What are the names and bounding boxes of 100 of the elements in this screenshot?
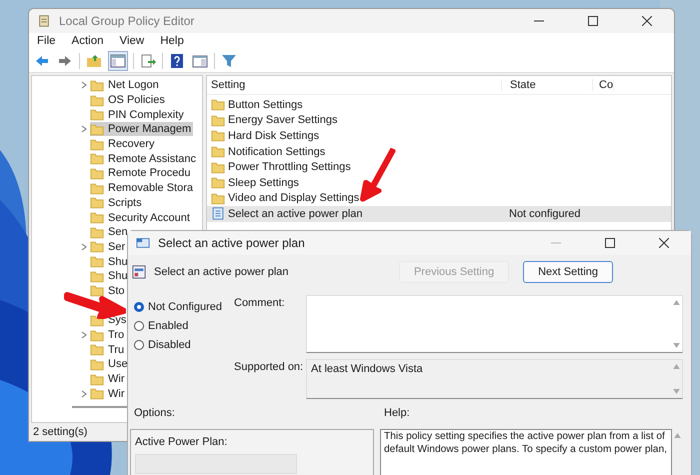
column-header[interactable]: Setting	[211, 79, 502, 91]
tree-item[interactable]: Tro	[90, 328, 126, 342]
window-title: Local Group Policy Editor	[59, 14, 194, 28]
folder-icon	[90, 284, 104, 298]
tree-item[interactable]: Remote Procedu	[90, 166, 193, 180]
setting-name: Select an active power plan	[228, 208, 363, 220]
folder-icon	[90, 343, 104, 356]
tree-item[interactable]: Sto	[90, 284, 127, 298]
radio-icon[interactable]	[134, 321, 144, 331]
list-row[interactable]: Energy Saver Settings	[207, 112, 671, 128]
tree-item[interactable]: Tru	[90, 342, 126, 357]
tree-item[interactable]: Removable Stora	[90, 181, 195, 196]
folder-icon	[90, 372, 104, 386]
tree-item[interactable]: Wir	[90, 372, 126, 386]
chevron-icon[interactable]	[80, 125, 88, 134]
folder-icon	[90, 166, 104, 180]
maximize-icon[interactable]	[605, 238, 615, 248]
list-row[interactable]: Sleep Settings	[207, 174, 671, 191]
console-tree-icon[interactable]	[108, 51, 128, 71]
option-label: Active Power Plan:	[135, 435, 228, 448]
radio-icon[interactable]	[134, 302, 144, 312]
radio-option[interactable]: Disabled	[134, 339, 234, 351]
folder-icon	[90, 270, 104, 283]
setting-name: Power Throttling Settings	[228, 161, 351, 174]
list-row[interactable]: Notification Settings	[207, 144, 671, 160]
folder-icon	[90, 152, 104, 166]
folder-icon	[90, 196, 104, 210]
folder-icon	[90, 211, 104, 224]
setting-state: Not configured	[509, 208, 581, 220]
menu-item[interactable]: View	[120, 35, 144, 47]
export-icon[interactable]	[139, 52, 157, 70]
chevron-icon[interactable]	[80, 81, 88, 90]
scroll-up-icon[interactable]	[672, 300, 680, 305]
tree-item[interactable]: OS Policies	[90, 93, 167, 108]
dialog-title: Select an active power plan	[158, 236, 305, 250]
supported-field: At least Windows Vista	[306, 359, 683, 399]
menu-item[interactable]: File	[37, 35, 56, 47]
tree-item[interactable]: Shu	[90, 254, 130, 269]
folder-up-icon[interactable]	[85, 52, 103, 70]
tree-item[interactable]: Use	[90, 357, 130, 372]
chevron-icon[interactable]	[80, 242, 88, 251]
setting-name: Button Settings	[228, 98, 303, 111]
folder-icon	[211, 145, 225, 158]
tree-item[interactable]: Security Account	[90, 210, 192, 225]
list-row[interactable]: Hard Disk Settings	[207, 128, 671, 144]
folder-icon	[90, 94, 104, 107]
column-header[interactable]: State	[502, 79, 593, 91]
setting-name: Energy Saver Settings	[228, 114, 338, 126]
nav-button[interactable]: Next Setting	[523, 261, 613, 283]
folder-icon	[90, 387, 104, 400]
folder-icon	[211, 129, 225, 142]
tree-item[interactable]: PIN Complexity	[90, 108, 186, 122]
folder-icon	[90, 78, 104, 92]
policy-icon	[136, 236, 150, 250]
close-icon[interactable]	[659, 238, 669, 248]
setting-name: Notification Settings	[228, 146, 326, 158]
column-header[interactable]: Co	[593, 79, 614, 91]
status-text: 2 setting(s)	[33, 426, 88, 438]
menu-item[interactable]: Help	[160, 35, 184, 47]
help-icon[interactable]	[168, 52, 186, 70]
folder-icon	[90, 255, 104, 268]
folder-icon	[211, 160, 225, 174]
tree-item[interactable]: Ser	[90, 240, 128, 254]
folder-icon	[90, 122, 104, 136]
annotation-arrow	[358, 146, 398, 202]
tree-item[interactable]: Shu	[90, 269, 130, 284]
comment-field[interactable]	[306, 295, 683, 353]
radio-icon[interactable]	[134, 340, 144, 350]
scroll-icon	[37, 14, 51, 28]
setting-name: Hard Disk Settings	[228, 130, 320, 142]
tree-item[interactable]: Net Logon	[90, 78, 161, 92]
folder-icon	[90, 182, 104, 195]
tree-item[interactable]: Scripts	[90, 196, 144, 210]
close-icon[interactable]	[642, 16, 652, 26]
filter-icon[interactable]	[220, 52, 238, 70]
menu-item[interactable]: Action	[72, 35, 104, 47]
folder-icon	[90, 328, 104, 342]
radio-option[interactable]: Not Configured	[134, 301, 234, 313]
tree-item[interactable]: Power Managem	[90, 122, 194, 136]
tree-item[interactable]: Wir	[90, 386, 126, 401]
list-row[interactable]: Power Throttling Settings	[207, 159, 671, 175]
folder-icon	[211, 114, 225, 127]
policy-icon	[211, 207, 225, 220]
scroll-down-icon[interactable]	[672, 343, 680, 348]
tree-item[interactable]: Remote Assistanc	[90, 152, 198, 166]
tree-item[interactable]: Sen	[90, 225, 130, 240]
setting-name: Video and Display Settings	[228, 192, 360, 204]
list-row[interactable]: Video and Display Settings	[207, 190, 671, 206]
chevron-icon[interactable]	[80, 390, 88, 398]
chevron-icon[interactable]	[80, 331, 88, 340]
list-row[interactable]: Button Settings	[207, 97, 671, 113]
folder-icon	[90, 358, 104, 371]
tree-item[interactable]: Recovery	[90, 137, 156, 152]
list-row[interactable]: Select an active power plan Not configured	[207, 206, 671, 222]
maximize-icon[interactable]	[588, 16, 598, 26]
section-label: Help:	[383, 407, 411, 419]
radio-option[interactable]: Enabled	[134, 320, 234, 332]
field-label: Comment:	[234, 296, 286, 311]
policy-icon	[132, 265, 146, 279]
field-label: Supported on:	[234, 360, 304, 375]
